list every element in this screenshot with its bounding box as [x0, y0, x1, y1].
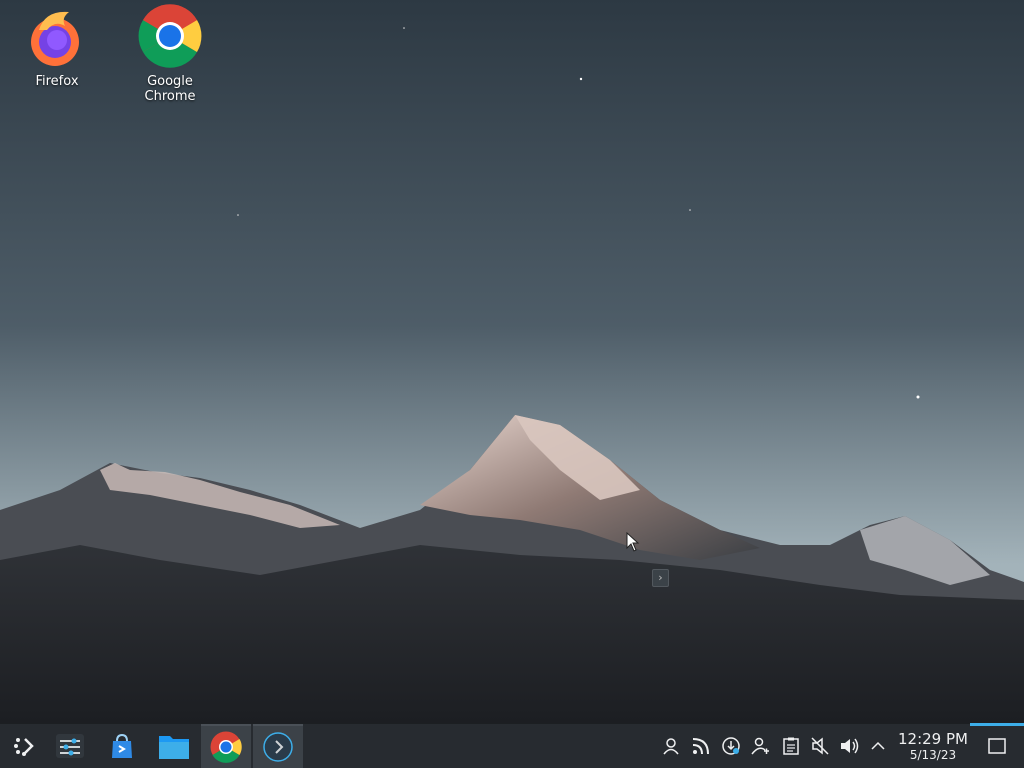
folder-icon — [159, 736, 189, 759]
chrome-icon — [138, 4, 202, 68]
desktop-icon-label: Firefox — [35, 74, 79, 89]
tray-user-network[interactable] — [751, 736, 771, 756]
tray-updates[interactable] — [721, 736, 741, 756]
rss-icon — [692, 738, 709, 755]
settings-sliders-icon — [56, 734, 84, 758]
kde-launcher-icon — [14, 738, 34, 756]
tray-expand[interactable] — [868, 736, 888, 756]
desktop-wallpaper[interactable]: Firefox Google Chrome › — [0, 0, 1024, 724]
return-arrow-icon — [263, 732, 293, 762]
store-bag-icon — [112, 733, 132, 758]
tray-volume[interactable] — [840, 736, 860, 756]
mountain-wallpaper — [0, 0, 1024, 724]
taskbar-google-chrome[interactable] — [201, 724, 251, 768]
user-icon — [663, 738, 679, 755]
active-accent-bar — [970, 723, 1024, 726]
show-desktop-button[interactable] — [970, 723, 1024, 768]
desktop-toolbox-button[interactable]: › — [652, 569, 669, 587]
tray-clipboard[interactable] — [781, 736, 801, 756]
tray-microphone[interactable] — [810, 736, 830, 756]
system-settings-button[interactable] — [45, 724, 95, 768]
clock-time: 12:29 PM — [898, 730, 968, 748]
application-launcher-button[interactable] — [0, 724, 50, 768]
firefox-icon — [31, 11, 79, 66]
tray-user[interactable] — [661, 736, 681, 756]
desktop-icon-firefox[interactable]: Firefox — [7, 4, 107, 89]
desktop-icon-google-chrome[interactable]: Google Chrome — [120, 4, 220, 104]
file-manager-button[interactable] — [149, 724, 199, 768]
clipboard-icon — [783, 737, 799, 755]
tray-rss[interactable] — [691, 736, 711, 756]
taskbar-return-to-gaming[interactable] — [253, 724, 303, 768]
update-icon — [722, 737, 740, 755]
chevron-up-icon — [871, 741, 885, 750]
show-desktop-icon — [988, 738, 1006, 754]
chrome-icon — [210, 731, 242, 763]
mouse-cursor-icon — [626, 532, 640, 552]
volume-icon — [841, 738, 859, 754]
desktop-icon-label: Google Chrome — [144, 74, 196, 104]
digital-clock[interactable]: 12:29 PM 5/13/23 — [892, 730, 974, 762]
user-network-icon — [751, 737, 769, 755]
clock-date: 5/13/23 — [909, 748, 957, 762]
taskbar: 12:29 PM 5/13/23 — [0, 723, 1024, 768]
discover-store-button[interactable] — [97, 724, 147, 768]
mic-muted-icon — [811, 737, 829, 755]
